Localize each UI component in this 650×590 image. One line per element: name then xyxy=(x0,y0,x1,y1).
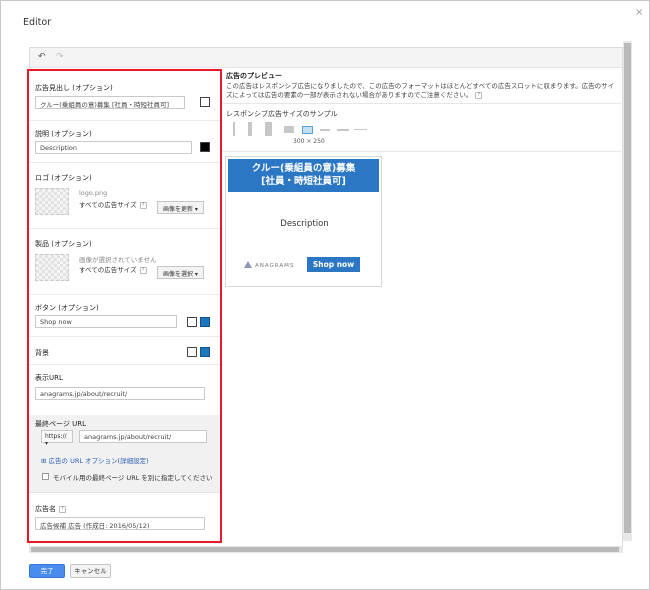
ad-name-section: 広告名? 広告候補 広告 (作成日: 2016/05/12) xyxy=(29,493,220,543)
description-label: 説明 (オプション) xyxy=(35,130,92,138)
logo-filename: logo.png xyxy=(79,189,108,197)
horizontal-scrollbar[interactable] xyxy=(29,546,623,553)
cancel-button[interactable]: キャンセル xyxy=(70,564,111,578)
description-color-swatch[interactable] xyxy=(200,142,210,152)
product-label: 製品 (オプション) xyxy=(35,240,92,248)
update-image-button[interactable]: 画像を更新 ▾ xyxy=(157,201,204,214)
ad-description: Description xyxy=(280,219,329,229)
display-url-section: 表示URL anagrams.jp/about/recruit/ xyxy=(29,365,220,415)
vertical-scrollbar[interactable] xyxy=(623,41,632,541)
logo-section: ロゴ (オプション) logo.png すべての広告サイズ? 画像を更新 ▾ xyxy=(29,163,220,229)
size-option-icon[interactable] xyxy=(337,129,349,131)
size-option-icon[interactable] xyxy=(265,122,272,136)
ad-preview: クルー(乗組員の意)募集 [社員・時短社員可] Description ANAG… xyxy=(225,156,382,287)
editor-toolbar: ↶ ↷ xyxy=(30,48,622,68)
anagrams-logo-icon xyxy=(244,261,252,268)
horizontal-scroll-thumb[interactable] xyxy=(31,547,619,552)
button-text-section: ボタン (オプション) Shop now xyxy=(29,295,220,337)
button-text-label: ボタン (オプション) xyxy=(35,304,99,312)
size-option-icon[interactable] xyxy=(248,122,252,136)
help-icon[interactable]: ? xyxy=(59,505,66,513)
headline-section: 広告見出し (オプション) クルー(乗組員の意)募集 [社員・時短社員可] xyxy=(29,71,220,121)
size-option-icon[interactable] xyxy=(320,129,330,131)
button-text-color-swatch[interactable] xyxy=(187,317,197,327)
description-section: 説明 (オプション) Description xyxy=(29,121,220,163)
preview-description: この広告はレスポンシブ広告になりましたので、この広告のフォーマットはほとんどすべ… xyxy=(226,82,615,99)
ad-name-input[interactable]: 広告候補 広告 (作成日: 2016/05/12) xyxy=(35,517,205,530)
editor-dialog: Editor × ↶ ↷ 広告見出し (オプション) クルー(乗組員の意)募集 … xyxy=(0,0,650,590)
size-option-icon[interactable] xyxy=(284,126,294,133)
undo-icon[interactable]: ↶ xyxy=(38,53,46,62)
logo-thumbnail[interactable] xyxy=(35,188,69,215)
ad-cta-button: Shop now xyxy=(307,257,360,272)
button-bg-color-swatch[interactable] xyxy=(200,317,210,327)
ad-headline: クルー(乗組員の意)募集 [社員・時短社員可] xyxy=(228,159,379,192)
product-thumbnail[interactable] xyxy=(35,254,69,281)
background-color-swatch-blue[interactable] xyxy=(200,347,210,357)
preview-title: 広告のプレビュー xyxy=(226,72,282,80)
close-icon[interactable]: × xyxy=(635,8,643,18)
final-url-section: 最終ページ URL https:// ▾ anagrams.jp/about/r… xyxy=(29,415,220,493)
button-text-input[interactable]: Shop now xyxy=(35,315,177,328)
logo-size-text: すべての広告サイズ? xyxy=(79,199,147,209)
product-size-text: すべての広告サイズ? xyxy=(79,264,147,274)
dialog-title: Editor xyxy=(23,17,52,28)
headline-label: 広告見出し (オプション) xyxy=(35,84,113,92)
ad-form-panel: 広告見出し (オプション) クルー(乗組員の意)募集 [社員・時短社員可] 説明… xyxy=(27,69,222,543)
size-option-selected-icon[interactable] xyxy=(302,126,313,134)
help-icon[interactable]: ? xyxy=(475,91,483,99)
description-input[interactable]: Description xyxy=(35,141,192,154)
final-url-input[interactable]: anagrams.jp/about/recruit/ xyxy=(79,430,207,443)
sample-sizes-label: レスポンシブ広告サイズのサンプル xyxy=(226,110,338,118)
mobile-url-checkbox[interactable] xyxy=(42,473,49,480)
headline-input[interactable]: クルー(乗組員の意)募集 [社員・時短社員可] xyxy=(35,96,185,109)
product-section: 製品 (オプション) 画像が選択されていません すべての広告サイズ? 画像を選択… xyxy=(29,229,220,295)
size-option-icon[interactable] xyxy=(354,129,367,130)
done-button[interactable]: 完了 xyxy=(29,564,65,578)
selected-size-label: 300 × 250 xyxy=(293,138,325,145)
preview-divider xyxy=(223,151,621,152)
display-url-label: 表示URL xyxy=(35,374,63,382)
background-section: 背景 xyxy=(29,337,220,365)
help-icon[interactable]: ? xyxy=(139,266,147,274)
mobile-url-checkbox-label: モバイル用の最終ページ URL を別に指定してください xyxy=(53,474,213,482)
final-url-label: 最終ページ URL xyxy=(35,420,86,428)
logo-label: ロゴ (オプション) xyxy=(35,174,92,182)
vertical-scroll-thumb[interactable] xyxy=(624,43,631,533)
protocol-dropdown[interactable]: https:// ▾ xyxy=(41,430,73,447)
preview-panel: 広告のプレビュー この広告はレスポンシブ広告になりましたので、この広告のフォーマ… xyxy=(223,69,621,543)
ad-logo: ANAGRAMS xyxy=(244,261,294,269)
background-label: 背景 xyxy=(35,349,49,357)
product-status: 画像が選択されていません xyxy=(79,256,157,264)
preview-divider xyxy=(223,103,621,104)
headline-color-swatch[interactable] xyxy=(200,97,210,107)
url-options-link[interactable]: ⊞ 広告の URL オプション(詳細設定) xyxy=(41,455,149,465)
redo-icon[interactable]: ↷ xyxy=(56,53,64,62)
display-url-input[interactable]: anagrams.jp/about/recruit/ xyxy=(35,387,205,400)
ad-name-label: 広告名? xyxy=(35,504,66,514)
help-icon[interactable]: ? xyxy=(139,201,147,209)
size-option-icon[interactable] xyxy=(233,122,235,136)
background-color-swatch-white[interactable] xyxy=(187,347,197,357)
select-image-button[interactable]: 画像を選択 ▾ xyxy=(157,266,204,279)
